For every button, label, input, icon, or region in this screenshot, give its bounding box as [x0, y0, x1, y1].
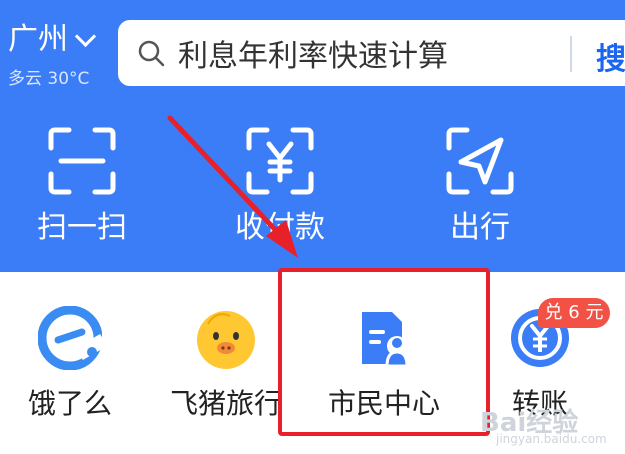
watermark-url: jingyan.baidu.com [496, 432, 607, 446]
annotation-arrow-icon [167, 115, 298, 258]
